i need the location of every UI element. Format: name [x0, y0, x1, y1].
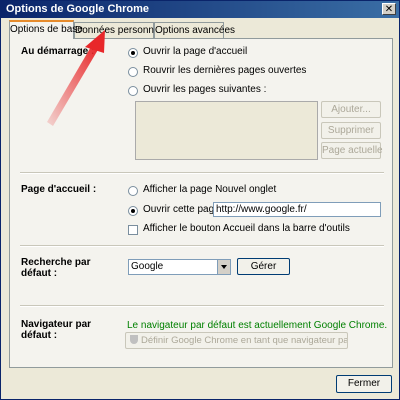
tab-basic-options[interactable]: Options de base: [9, 20, 83, 39]
annotation-arrow: [47, 30, 105, 126]
options-dialog: Options de Google Chrome ✕ Options de ba…: [0, 0, 400, 400]
arrow-shaft: [47, 45, 99, 126]
arrow-head: [85, 30, 105, 53]
